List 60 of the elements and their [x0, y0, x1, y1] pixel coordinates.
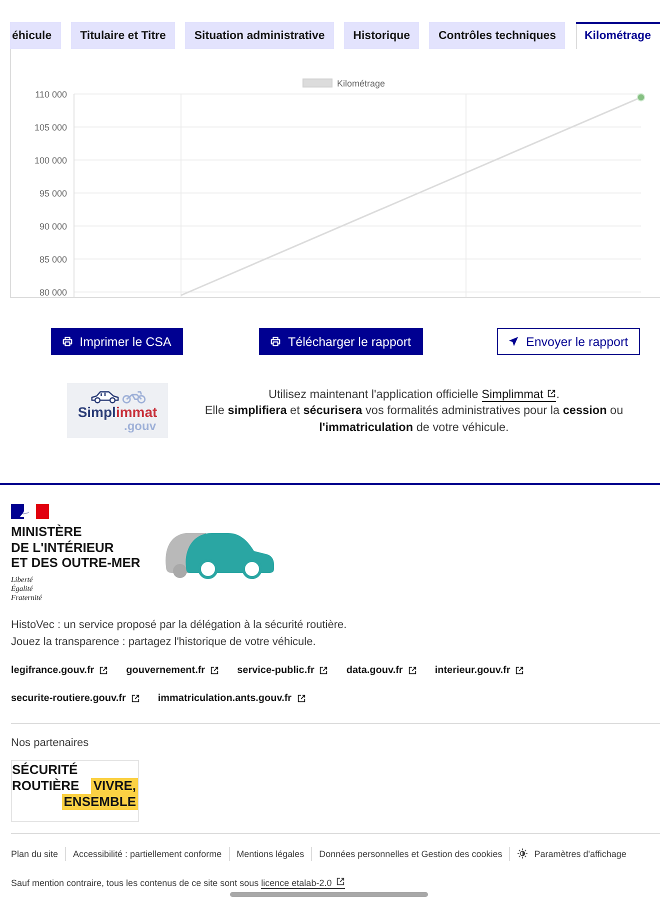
motorbike-icon — [122, 389, 146, 404]
license-text: Sauf mention contraire, tous les contenus de ce site sont sous licence etalab-2.0 — [11, 876, 345, 888]
external-link-icon — [210, 666, 220, 675]
external-link-icon — [547, 388, 556, 398]
footer-link[interactable]: securite-routiere.gouv.fr — [11, 690, 140, 706]
promo-text: Utilisez maintenant l'application officielle Simplimmat . Elle simplifiera et sécurisera vos formalités administratives pour la cession ou l'immatriculation de votre véhicule. — [204, 386, 624, 436]
tab[interactable]: Situation administrative — [185, 22, 334, 49]
legend-label: Kilométrage — [337, 78, 386, 88]
external-link-icon — [336, 876, 345, 886]
printer-icon — [270, 336, 281, 347]
logo-text: SÉCURITÉ — [12, 762, 78, 778]
external-link-icon — [296, 694, 306, 703]
ministry-name: MINISTÈRE DE L'INTÉRIEUR ET DES OUTRE-MER — [11, 524, 140, 570]
simplimmat-link[interactable]: Simplimmat — [482, 386, 556, 402]
logo-text: ROUTIÈRE — [12, 778, 80, 794]
y-tick-label: 90 000 — [39, 222, 67, 232]
footer-link[interactable]: interieur.gouv.fr — [434, 662, 524, 678]
tab[interactable]: éhicule — [10, 22, 61, 49]
y-tick-label: 85 000 — [39, 254, 67, 264]
logo-text: ENSEMBLE — [62, 794, 138, 810]
tab[interactable]: Contrôles techniques — [429, 22, 566, 49]
footer-link[interactable]: data.gouv.fr — [346, 662, 417, 678]
external-link-icon — [319, 666, 328, 675]
printer-icon — [62, 336, 73, 347]
action-button[interactable]: Envoyer le rapport — [497, 328, 640, 355]
external-link-icon — [130, 694, 140, 703]
footer-text: HistoVec : un service proposé par la délégation à la sécurité routière. — [11, 618, 348, 632]
logo-text: VIVRE, — [91, 778, 138, 794]
data-point — [636, 93, 646, 102]
y-tick-label: 105 000 — [34, 122, 67, 132]
tab[interactable]: Kilométrage — [576, 22, 660, 49]
logo-wordmark: Simplimmat — [78, 405, 158, 420]
footer-bottom-link[interactable]: Paramètres d'affichage — [517, 846, 626, 860]
license-link[interactable]: licence etalab-2.0 — [261, 878, 345, 888]
sun-icon — [517, 848, 528, 859]
footer-link[interactable]: legifrance.gouv.fr — [11, 662, 108, 678]
flag-icon — [11, 504, 49, 519]
car-icon — [90, 389, 120, 404]
footer-link[interactable]: immatriculation.ants.gouv.fr — [158, 690, 306, 706]
y-tick-label: 80 000 — [39, 288, 67, 297]
footer-bottom-link[interactable]: Mentions légales — [236, 846, 304, 860]
footer-text: Jouez la transparence : partagez l'historique de votre véhicule. — [11, 634, 317, 650]
y-tick-label: 95 000 — [39, 188, 67, 198]
send-icon — [508, 336, 519, 347]
footer-link[interactable]: service-public.fr — [237, 662, 328, 678]
footer-bottom-link[interactable]: Données personnelles et Gestion des cookies — [319, 846, 502, 860]
tab[interactable]: Historique — [344, 22, 420, 49]
external-link-icon — [408, 666, 417, 675]
footer-bottom-link[interactable]: Plan du site — [11, 846, 58, 860]
external-link-icon — [99, 666, 108, 675]
y-tick-label: 100 000 — [34, 156, 67, 166]
action-button[interactable]: Imprimer le CSA — [50, 328, 184, 355]
footer-bottom-link[interactable]: Accessibilité : partiellement conforme — [73, 846, 222, 860]
partners-title: Nos partenaires — [11, 736, 90, 750]
y-tick-label: 110 000 — [35, 90, 67, 100]
footer-link[interactable]: gouvernement.fr — [126, 662, 220, 678]
tab[interactable]: Titulaire et Titre — [71, 22, 175, 49]
external-link-icon — [515, 666, 524, 675]
logo-suffix: .gouv — [124, 420, 156, 432]
action-button[interactable]: Télécharger le rapport — [259, 328, 423, 355]
